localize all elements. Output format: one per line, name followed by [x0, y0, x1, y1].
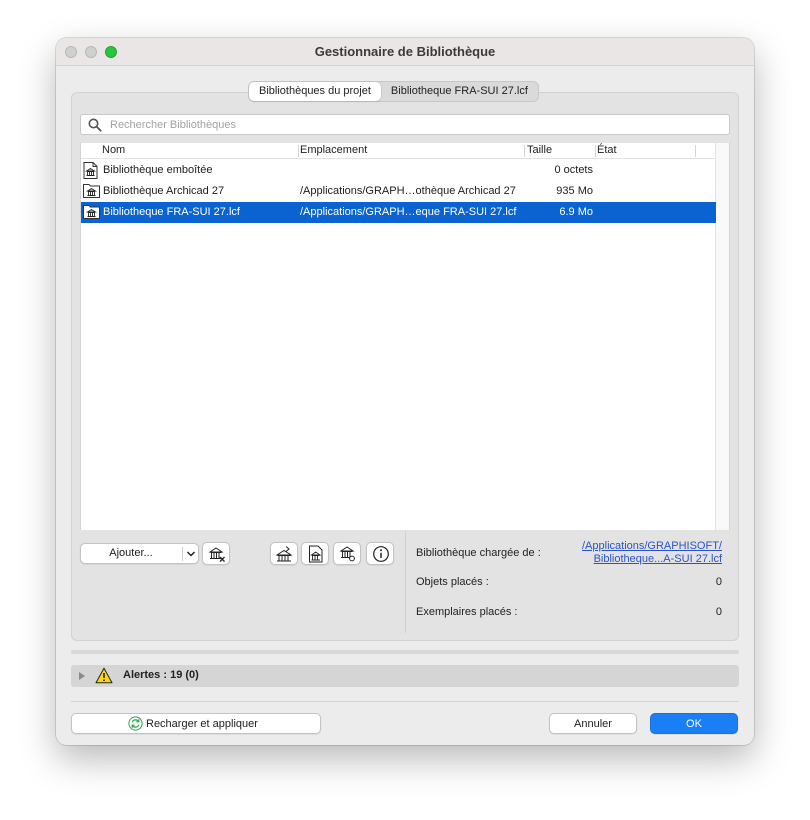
reload-icon	[128, 716, 143, 731]
ok-label: OK	[686, 718, 702, 730]
row-location: /Applications/GRAPH…othèque Archicad 27	[300, 185, 516, 197]
loaded-from-path-link[interactable]: /Applications/GRAPHISOFT/ Bibliotheque..…	[582, 540, 722, 566]
column-header-status[interactable]: État	[597, 144, 617, 156]
column-header-name[interactable]: Nom	[102, 144, 125, 156]
row-name: Bibliotheque FRA-SUI 27.lcf	[103, 206, 240, 218]
library-settings-button[interactable]	[333, 542, 361, 565]
column-divider[interactable]	[695, 145, 696, 157]
add-library-label: Ajouter...	[109, 547, 153, 559]
placed-instances-label: Exemplaires placés :	[416, 606, 518, 618]
search-input[interactable]	[108, 116, 718, 133]
divider	[71, 650, 739, 654]
alerts-disclosure[interactable]: Alertes : 19 (0)	[71, 665, 739, 687]
table-row[interactable]: Bibliothèque Archicad 27 /Applications/G…	[81, 181, 716, 202]
remove-library-button[interactable]	[202, 542, 230, 565]
row-name: Bibliothèque emboîtée	[103, 164, 213, 176]
search-field[interactable]	[80, 114, 730, 135]
reload-and-apply-label: Recharger et appliquer	[146, 718, 258, 730]
path-line-2: Bibliotheque...A-SUI 27.lcf	[593, 553, 722, 565]
info-icon	[373, 546, 389, 562]
ok-button[interactable]: OK	[650, 713, 738, 734]
tab-project-libraries[interactable]: Bibliothèques du projet	[249, 82, 381, 101]
table-scrollbar[interactable]	[715, 143, 729, 530]
add-library-popup-button[interactable]: Ajouter...	[80, 543, 199, 564]
row-location: /Applications/GRAPH…eque FRA-SUI 27.lcf	[300, 206, 517, 218]
remove-library-icon	[208, 547, 225, 562]
library-settings-icon	[339, 546, 355, 562]
cancel-label: Annuler	[574, 718, 612, 730]
column-divider[interactable]	[298, 145, 299, 157]
warning-icon	[95, 667, 113, 684]
info-button[interactable]	[366, 542, 394, 565]
library-document-button[interactable]	[301, 542, 329, 565]
tab-bar: Bibliothèques du projet Bibliotheque FRA…	[248, 81, 539, 102]
libraries-table: Nom Emplacement Taille État Bibliothèque…	[80, 143, 730, 530]
column-divider[interactable]	[595, 145, 596, 157]
row-size: 6.9 Mo	[559, 206, 593, 218]
table-header: Nom Emplacement Taille État	[81, 143, 716, 159]
library-manager-window: Gestionnaire de Bibliothèque Bibliothèqu…	[56, 38, 754, 745]
move-up-library-icon	[276, 546, 293, 562]
divider	[71, 701, 739, 702]
placed-objects-value: 0	[715, 576, 722, 588]
library-file-icon	[83, 162, 100, 179]
split-divider	[182, 547, 183, 561]
table-row-selected[interactable]: Bibliotheque FRA-SUI 27.lcf /Application…	[81, 202, 716, 223]
library-folder-icon	[83, 183, 100, 200]
row-size: 935 Mo	[556, 185, 593, 197]
search-icon	[88, 118, 102, 132]
move-library-up-button[interactable]	[270, 542, 298, 565]
tab-library-file[interactable]: Bibliotheque FRA-SUI 27.lcf	[381, 82, 538, 101]
loaded-from-label: Bibliothèque chargée de :	[416, 547, 541, 559]
disclosure-triangle-icon[interactable]	[79, 672, 85, 680]
column-header-size[interactable]: Taille	[527, 144, 552, 156]
chevron-down-icon[interactable]	[186, 550, 196, 558]
column-divider[interactable]	[524, 145, 525, 157]
row-name: Bibliothèque Archicad 27	[103, 185, 225, 197]
placed-objects-label: Objets placés :	[416, 576, 489, 588]
cancel-button[interactable]: Annuler	[549, 713, 637, 734]
window-title: Gestionnaire de Bibliothèque	[314, 44, 496, 59]
row-size: 0 octets	[554, 164, 593, 176]
library-info-panel: Bibliothèque chargée de : /Applications/…	[405, 531, 730, 633]
library-folder-icon	[83, 204, 100, 221]
path-line-1: /Applications/GRAPHISOFT/	[582, 540, 722, 552]
title-bar: Gestionnaire de Bibliothèque	[56, 38, 754, 66]
table-row[interactable]: Bibliothèque emboîtée 0 octets	[81, 160, 716, 181]
placed-instances-value: 0	[715, 606, 722, 618]
column-header-location[interactable]: Emplacement	[300, 144, 367, 156]
reload-and-apply-button[interactable]: Recharger et appliquer	[71, 713, 321, 734]
alerts-label: Alertes : 19 (0)	[123, 669, 199, 681]
library-document-icon	[309, 545, 323, 563]
